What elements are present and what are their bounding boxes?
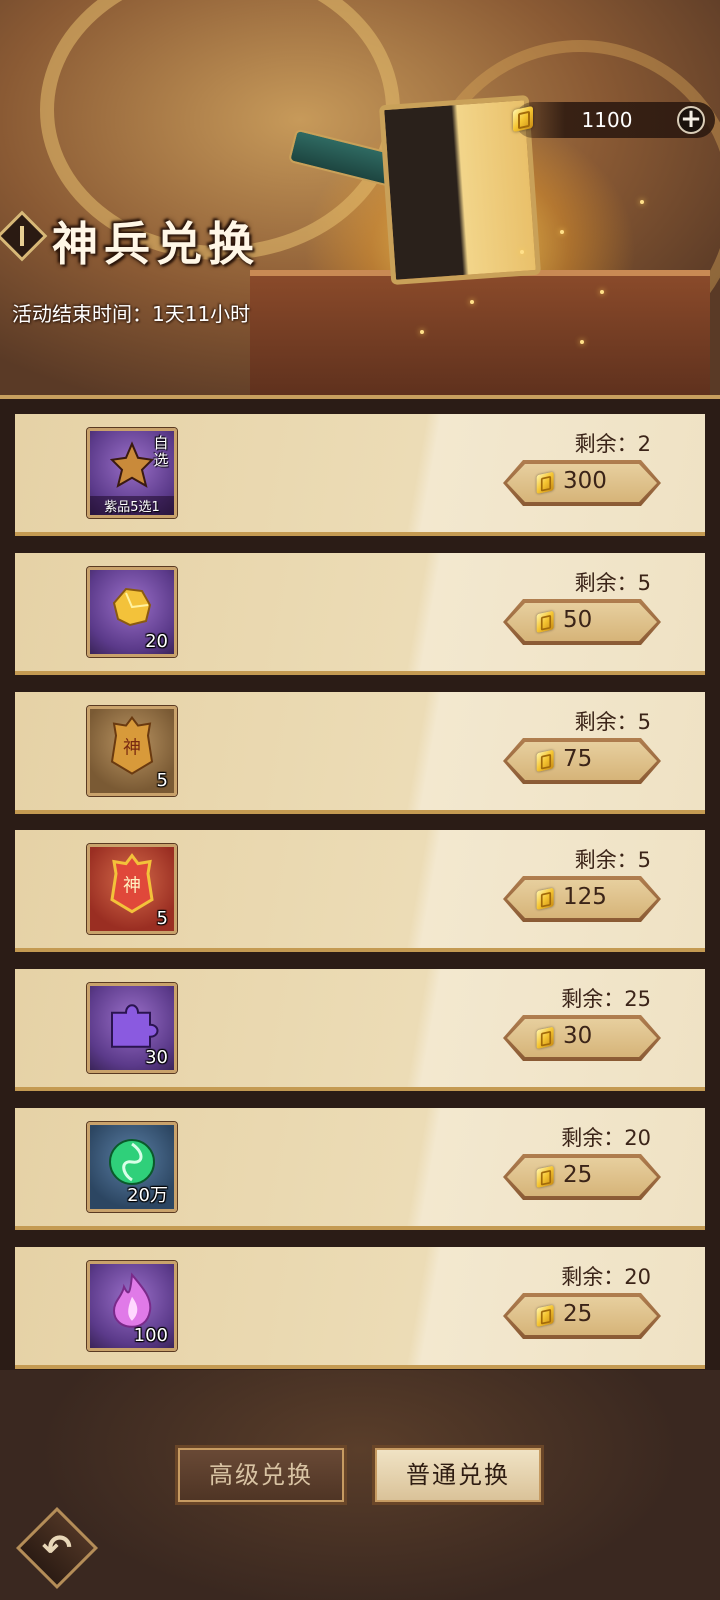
gold-ore-icon[interactable]: 20	[87, 567, 177, 657]
remaining-count: 剩余：2	[574, 432, 651, 456]
remaining-count: 剩余：5	[574, 571, 651, 595]
price-value: 25	[563, 1301, 593, 1327]
tab-advanced-exchange[interactable]: 高级兑换	[175, 1445, 347, 1505]
gold-ingot-icon	[535, 1303, 557, 1327]
currency-amount: 1100	[581, 108, 633, 132]
sparkle	[640, 200, 644, 204]
price-value: 125	[563, 884, 607, 910]
exchange-button[interactable]: 75	[503, 738, 661, 784]
sparkle	[470, 300, 474, 304]
page-title: 神兵兑换	[52, 217, 260, 271]
item-glyph: 神	[104, 852, 160, 920]
gold-ingot-icon	[535, 1164, 557, 1188]
shop-row: 20 剩余：5 50	[15, 553, 705, 675]
item-glyph: 神	[104, 714, 160, 782]
purple-puzzle-piece-icon[interactable]: 30	[87, 983, 177, 1073]
hero-banner	[0, 0, 720, 410]
sparkle	[600, 290, 604, 294]
remaining-count: 剩余：5	[574, 848, 651, 872]
shop-row: 神 5 剩余：5 75	[15, 692, 705, 814]
exchange-button[interactable]: 25	[503, 1154, 661, 1200]
item-count: 5	[156, 770, 168, 791]
item-tag-label: 紫品5选1	[90, 496, 174, 515]
price-value: 25	[563, 1162, 593, 1188]
sparkle	[580, 340, 584, 344]
item-count: 5	[156, 908, 168, 929]
svg-text:神: 神	[123, 876, 141, 897]
price-value: 50	[563, 607, 593, 633]
shop-row: 神 5 剩余：5 125	[15, 830, 705, 952]
shop-row: 30 剩余：25 30	[15, 969, 705, 1091]
gold-ingot-icon	[535, 886, 557, 910]
remaining-count: 剩余：20	[561, 1265, 651, 1289]
exchange-button[interactable]: 125	[503, 876, 661, 922]
currency-bar: 1100 +	[515, 102, 715, 138]
back-arrow-icon[interactable]: ↶	[36, 1528, 78, 1570]
purple-weapon-chest-icon[interactable]: 自选紫品5选1	[87, 428, 177, 518]
gold-ingot-icon	[535, 748, 557, 772]
item-count: 30	[145, 1047, 168, 1068]
exchange-button[interactable]: 50	[503, 599, 661, 645]
price-value: 300	[563, 468, 607, 494]
exchange-button[interactable]: 30	[503, 1015, 661, 1061]
item-tag: 自选	[153, 434, 169, 469]
exchange-button[interactable]: 300	[503, 460, 661, 506]
plus-icon: +	[680, 104, 702, 134]
anvil-illustration	[250, 270, 710, 410]
price-value: 30	[563, 1023, 593, 1049]
add-currency-button[interactable]: +	[677, 106, 705, 134]
gold-ingot-icon	[535, 609, 557, 633]
shop-row: 自选紫品5选1 剩余：2 300	[15, 414, 705, 536]
remaining-count: 剩余：25	[561, 987, 651, 1011]
gold-divine-emblem-icon[interactable]: 神5	[87, 706, 177, 796]
gold-ingot-icon	[535, 1025, 557, 1049]
item-count: 20	[145, 631, 168, 652]
green-orb-icon[interactable]: 20万	[87, 1122, 177, 1212]
svg-text:神: 神	[123, 738, 141, 759]
tab-normal-exchange[interactable]: 普通兑换	[372, 1445, 544, 1505]
gold-ingot-icon	[535, 470, 557, 494]
sparkle	[420, 330, 424, 334]
red-divine-emblem-icon[interactable]: 神5	[87, 844, 177, 934]
sparkle	[560, 230, 564, 234]
gold-ingot-icon	[511, 104, 537, 132]
remaining-count: 剩余：20	[561, 1126, 651, 1150]
item-count: 20万	[127, 1185, 168, 1206]
item-count: 100	[133, 1325, 168, 1346]
purple-flame-icon[interactable]: 100	[87, 1261, 177, 1351]
event-timer: 活动结束时间：1天11小时	[12, 302, 251, 326]
sparkle	[520, 250, 524, 254]
exchange-button[interactable]: 25	[503, 1293, 661, 1339]
bottom-area	[0, 1370, 720, 1600]
shop-row: 100 剩余：20 25	[15, 1247, 705, 1369]
remaining-count: 剩余：5	[574, 710, 651, 734]
shop-row: 20万 剩余：20 25	[15, 1108, 705, 1230]
price-value: 75	[563, 746, 593, 772]
item-glyph	[104, 579, 160, 639]
